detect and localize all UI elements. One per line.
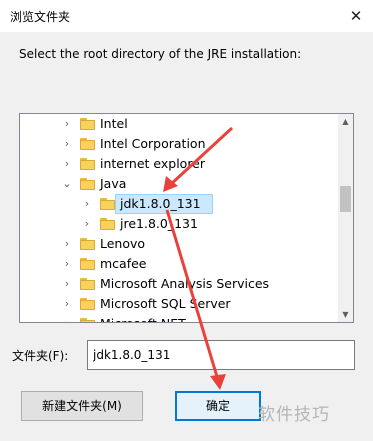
folder-icon bbox=[80, 258, 95, 270]
annotation-arrow-2-head bbox=[210, 374, 226, 390]
chevron-right-icon[interactable]: › bbox=[62, 157, 72, 171]
folder-icon bbox=[100, 218, 115, 230]
folder-icon bbox=[80, 278, 95, 290]
tree-item-label: Java bbox=[100, 176, 127, 191]
title-bar: 浏览文件夹 ✕ bbox=[0, 0, 373, 32]
tree-item-label: jdk1.8.0_131 bbox=[120, 196, 201, 211]
scroll-down-icon[interactable]: ▼ bbox=[338, 307, 353, 322]
scroll-up-icon[interactable]: ▲ bbox=[338, 114, 353, 129]
tree-item[interactable]: › jdk1.8.0_131 bbox=[20, 194, 338, 214]
tree-item-label: internet explorer bbox=[100, 156, 206, 171]
ok-button[interactable]: 确定 bbox=[175, 391, 261, 421]
tree-item-label: Lenovo bbox=[100, 236, 146, 251]
browse-folder-dialog: 浏览文件夹 ✕ Select the root directory of the… bbox=[0, 0, 373, 441]
folder-icon bbox=[100, 198, 115, 210]
window-title: 浏览文件夹 bbox=[10, 10, 71, 24]
tree-item[interactable]: › internet explorer bbox=[20, 154, 338, 174]
tree-item-label: Microsoft SQL Server bbox=[100, 296, 231, 311]
new-folder-button[interactable]: 新建文件夹(M) bbox=[21, 391, 143, 421]
chevron-right-icon[interactable]: › bbox=[82, 197, 92, 211]
tree-item[interactable]: › Microsoft Analysis Services bbox=[20, 274, 338, 294]
chevron-right-icon[interactable]: › bbox=[62, 297, 72, 311]
tree-item[interactable]: › jre1.8.0_131 bbox=[20, 214, 338, 234]
folder-input[interactable] bbox=[87, 340, 355, 370]
folder-tree[interactable]: › Intel › Intel Corporation › internet explor… bbox=[19, 113, 354, 323]
chevron-right-icon[interactable]: › bbox=[62, 317, 72, 322]
close-icon[interactable]: ✕ bbox=[340, 2, 372, 30]
chevron-right-icon[interactable]: › bbox=[62, 237, 72, 251]
tree-item[interactable]: › Lenovo bbox=[20, 234, 338, 254]
tree-item-label: mcafee bbox=[100, 256, 147, 271]
chevron-right-icon[interactable]: › bbox=[62, 277, 72, 291]
instruction-text: Select the root directory of the JRE ins… bbox=[19, 47, 302, 61]
folder-icon bbox=[80, 138, 95, 150]
tree-item-label: Microsoft Analysis Services bbox=[100, 276, 270, 291]
folder-icon bbox=[80, 238, 95, 250]
folder-icon bbox=[80, 178, 95, 190]
vertical-scrollbar[interactable]: ▲ ▼ bbox=[338, 114, 353, 322]
folder-tree-rows: › Intel › Intel Corporation › internet explor… bbox=[20, 114, 338, 322]
tree-item[interactable]: › mcafee bbox=[20, 254, 338, 274]
tree-item[interactable]: › Microsoft SQL Server bbox=[20, 294, 338, 314]
tree-item[interactable]: ⌄ Java bbox=[20, 174, 338, 194]
tree-item-label: jre1.8.0_131 bbox=[120, 216, 198, 231]
folder-icon bbox=[80, 318, 95, 322]
chevron-down-icon[interactable]: ⌄ bbox=[62, 177, 72, 191]
tree-item[interactable]: › Microsoft.NET bbox=[20, 314, 338, 322]
tree-item-label: Intel bbox=[100, 116, 128, 131]
chevron-right-icon[interactable]: › bbox=[62, 117, 72, 131]
folder-icon bbox=[80, 298, 95, 310]
tree-item[interactable]: › Intel bbox=[20, 114, 338, 134]
scroll-thumb[interactable] bbox=[340, 186, 351, 212]
tree-item[interactable]: › Intel Corporation bbox=[20, 134, 338, 154]
tree-item-label: Microsoft.NET bbox=[100, 316, 186, 322]
folder-icon bbox=[80, 118, 95, 130]
watermark-text: 软件技巧 bbox=[258, 405, 330, 425]
tree-item-label: Intel Corporation bbox=[100, 136, 206, 151]
chevron-right-icon[interactable]: › bbox=[62, 137, 72, 151]
folder-field-label: 文件夹(F): bbox=[12, 349, 69, 363]
chevron-right-icon[interactable]: › bbox=[62, 257, 72, 271]
chevron-right-icon[interactable]: › bbox=[82, 217, 92, 231]
folder-icon bbox=[80, 158, 95, 170]
